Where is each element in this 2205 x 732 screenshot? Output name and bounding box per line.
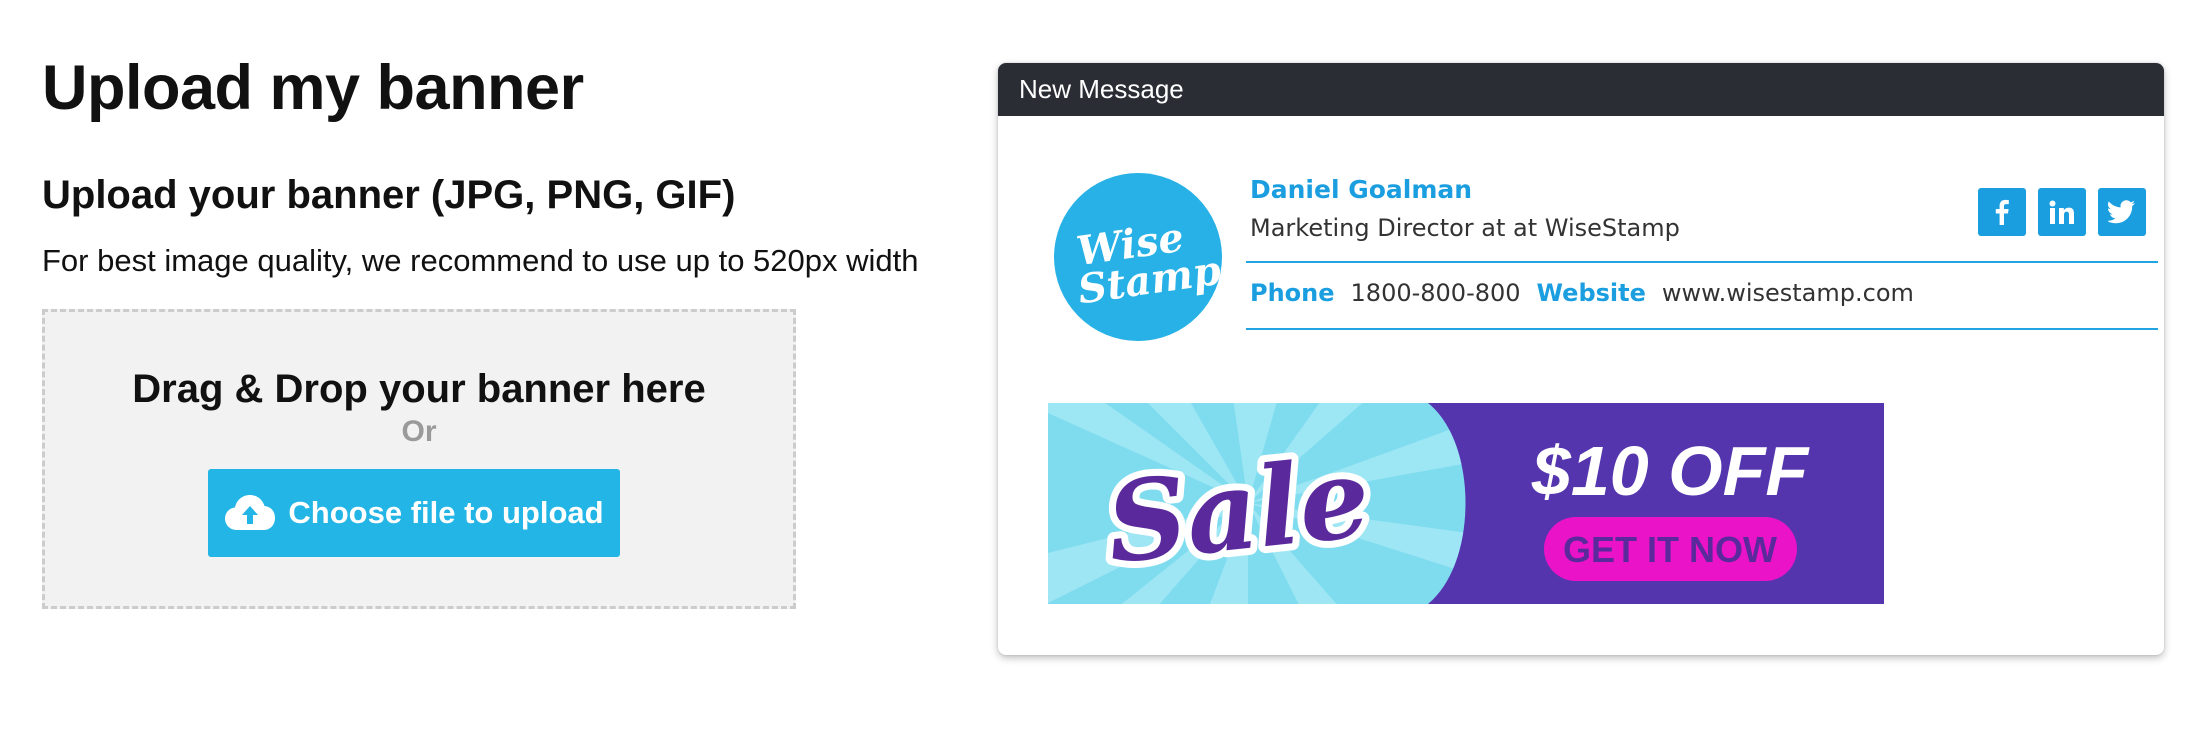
dropzone-title: Drag & Drop your banner here [132, 367, 706, 411]
page-title: Upload my banner [42, 53, 584, 123]
linkedin-icon[interactable] [2038, 188, 2086, 236]
phone-label: Phone [1250, 279, 1335, 307]
website-link[interactable]: www.wisestamp.com [1662, 279, 1914, 307]
sale-banner: Sale Sale $10 OFF GET IT NOW [1048, 403, 1884, 604]
signature-name: Daniel Goalman [1250, 175, 1473, 204]
signature-contacts: Phone 1800-800-800 Website www.wisestamp… [1250, 279, 1914, 307]
banner-headline: $10 OFF [1531, 432, 1810, 510]
choose-file-label: Choose file to upload [288, 495, 604, 530]
facebook-icon[interactable] [1978, 188, 2026, 236]
dropzone-or: Or [401, 415, 437, 448]
signature-title: Marketing Director at at WiseStamp [1250, 214, 1680, 242]
sale-banner-graphic: Sale Sale $10 OFF GET IT NOW [1048, 403, 1884, 604]
banner-cta: GET IT NOW [1563, 529, 1777, 570]
phone-value: 1800-800-800 [1350, 279, 1521, 307]
choose-file-button[interactable]: Choose file to upload [208, 469, 620, 557]
banner-sale-text-fill: Sale [1101, 432, 1376, 588]
message-header-title: New Message [1019, 74, 1184, 104]
banner-dropzone[interactable]: Drag & Drop your banner here Or Choose f… [42, 309, 796, 609]
wisestamp-logo-avatar: Wise Stamp [1054, 173, 1222, 341]
email-preview-window: New Message Wise Stamp Daniel Goalman Ma… [998, 63, 2164, 655]
twitter-icon[interactable] [2098, 188, 2146, 236]
upload-hint: For best image quality, we recommend to … [42, 243, 919, 278]
cloud-upload-icon [224, 494, 276, 532]
wisestamp-logo-icon: Wise Stamp [1074, 214, 1222, 314]
signature-divider-top [1246, 261, 2158, 263]
message-header: New Message [998, 63, 2164, 116]
signature-divider-bottom [1246, 328, 2158, 330]
website-label: Website [1536, 279, 1646, 307]
section-title: Upload your banner (JPG, PNG, GIF) [42, 173, 736, 217]
